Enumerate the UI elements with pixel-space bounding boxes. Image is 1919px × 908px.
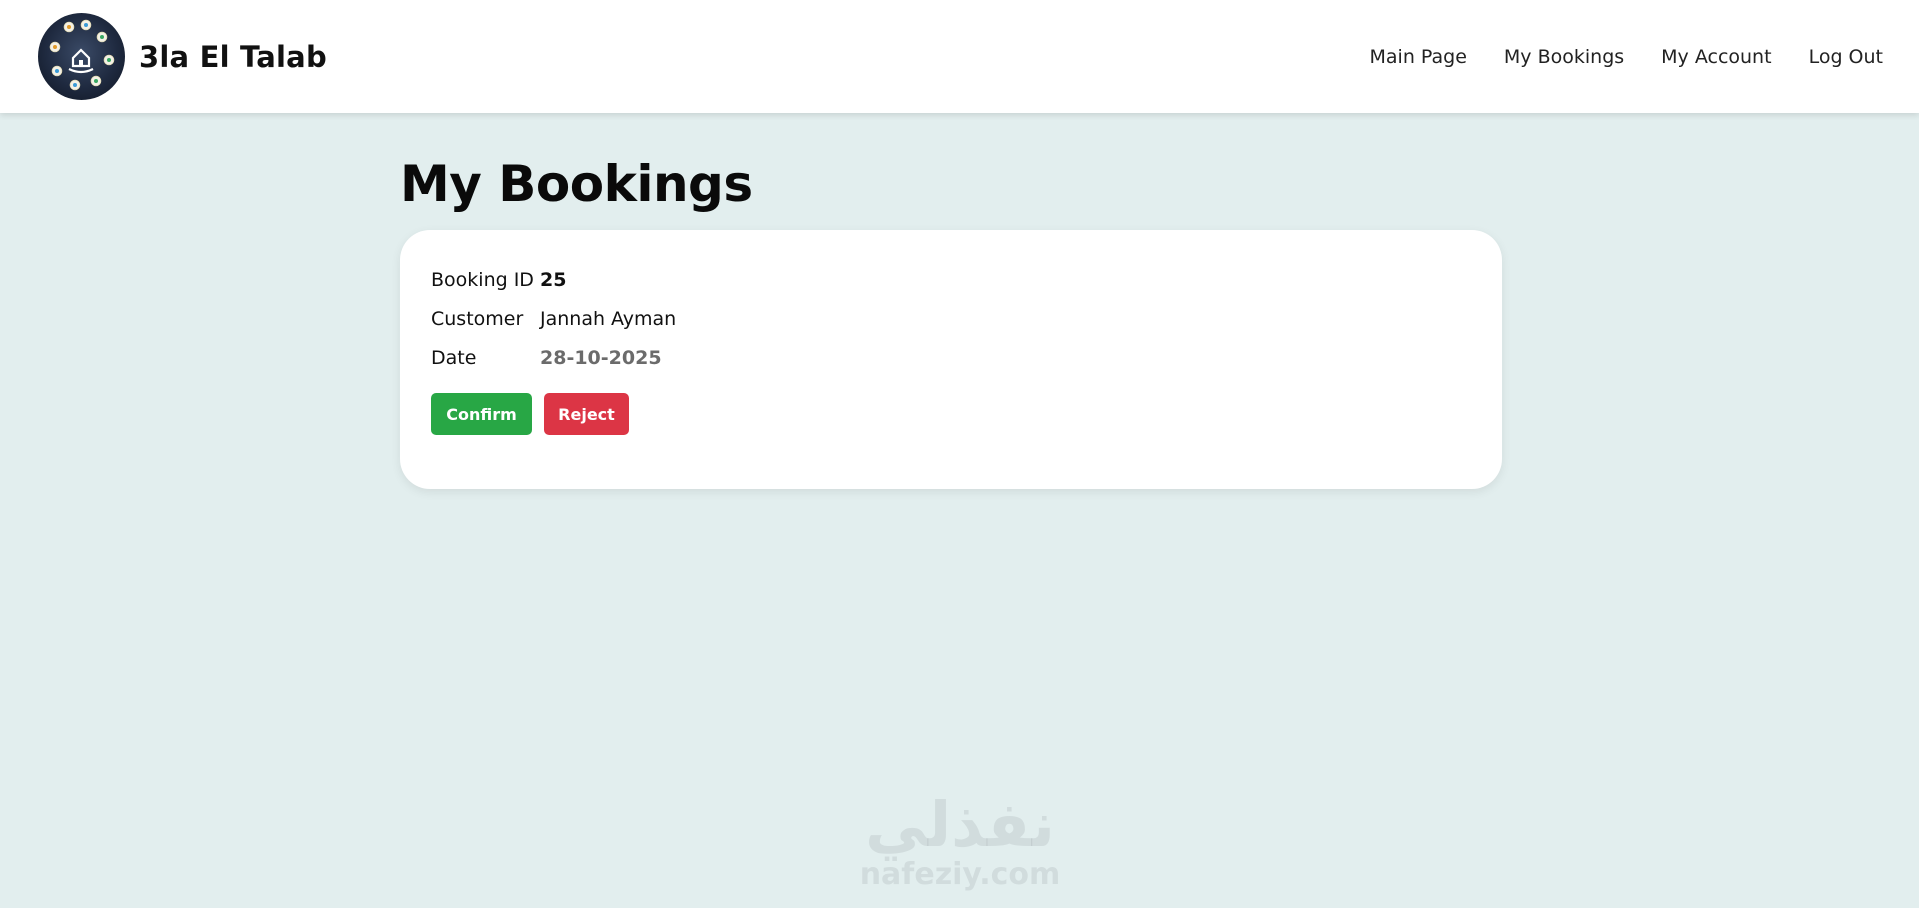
page-title: My Bookings [400, 155, 753, 213]
brand[interactable]: 3la El Talab [38, 13, 327, 100]
nav-my-account[interactable]: My Account [1661, 46, 1771, 68]
nav-my-bookings[interactable]: My Bookings [1504, 46, 1624, 68]
customer-value: Jannah Ayman [540, 307, 677, 330]
booking-id-label: Booking ID [431, 268, 534, 291]
watermark-arabic: نفذلي [865, 788, 1055, 861]
watermark: نفذلي nafeziy.com [850, 790, 1070, 892]
reject-button[interactable]: Reject [544, 393, 629, 435]
top-header: 3la El Talab Main Page My Bookings My Ac… [0, 0, 1919, 113]
confirm-button[interactable]: Confirm [431, 393, 532, 435]
booking-card: Booking ID 25 Customer Jannah Ayman Date… [400, 230, 1502, 489]
main-nav: Main Page My Bookings My Account Log Out [1333, 46, 1884, 68]
booking-id-row: Booking ID 25 [431, 260, 1502, 299]
booking-id-value: 25 [540, 268, 567, 291]
booking-actions: Confirm Reject [431, 393, 1502, 435]
brand-logo-icon[interactable] [38, 13, 125, 100]
nav-main-page[interactable]: Main Page [1370, 46, 1467, 68]
nav-log-out[interactable]: Log Out [1809, 46, 1883, 68]
date-label: Date [431, 346, 477, 369]
watermark-latin: nafeziy.com [859, 857, 1061, 892]
customer-label: Customer [431, 307, 524, 330]
date-row: Date 28-10-2025 [431, 338, 1502, 377]
brand-name[interactable]: 3la El Talab [139, 40, 327, 74]
customer-row: Customer Jannah Ayman [431, 299, 1502, 338]
date-value: 28-10-2025 [540, 346, 662, 369]
